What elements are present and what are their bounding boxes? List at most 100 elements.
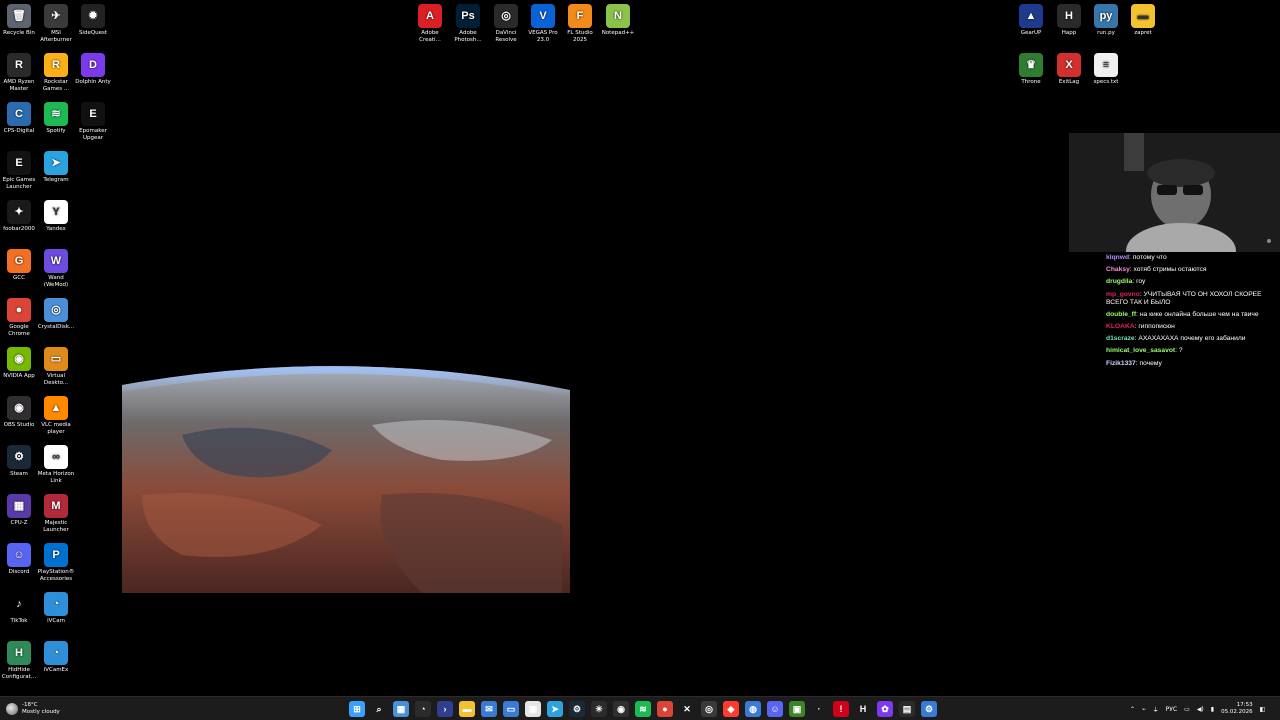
desktop-shortcut[interactable]: ✹ SideQuest — [74, 4, 112, 37]
chat-nick[interactable]: KLOAKA — [1106, 323, 1135, 330]
store-icon[interactable]: ▣ — [525, 701, 541, 717]
network-icon[interactable]: ⌁ — [1142, 706, 1146, 713]
chrome-icon[interactable]: ● — [657, 701, 673, 717]
obs-icon: ◉ — [7, 396, 31, 420]
desktop-shortcut[interactable]: ⚙ Steam — [0, 445, 38, 478]
desktop-shortcut-label: iVCam — [47, 618, 65, 624]
mail-icon[interactable]: ✉ — [481, 701, 497, 717]
steam-icon[interactable]: ⚙ — [569, 701, 585, 717]
desktop-shortcut[interactable]: ♛ Throne — [1012, 53, 1050, 86]
usb-icon[interactable]: ⏚ — [1153, 705, 1159, 714]
desktop-shortcut[interactable]: E Epomaker Upgear — [74, 102, 112, 141]
monitor-icon[interactable]: ▭ — [1184, 706, 1190, 713]
minecraft-icon[interactable]: ▣ — [789, 701, 805, 717]
desktop-shortcut[interactable]: ◎ CrystalDisk... — [37, 298, 75, 331]
desktop-shortcut[interactable]: ▦ CPU-Z — [0, 494, 38, 527]
desktop-shortcut-label: Adobe Photosh... — [454, 30, 482, 43]
desktop-shortcut[interactable]: ✦ foobar2000 — [0, 200, 38, 233]
notification-icon[interactable]: ◧ — [1260, 706, 1266, 713]
chat-nick[interactable]: d1scraze — [1106, 335, 1135, 342]
desktop-shortcut[interactable]: ♪ TikTok — [0, 592, 38, 625]
desktop-shortcut[interactable]: R Rockstar Games ... — [37, 53, 75, 92]
desktop-shortcut[interactable]: H HidHide Configurat... — [0, 641, 38, 680]
ai-app-icon[interactable]: ✿ — [877, 701, 893, 717]
desktop-shortcut[interactable]: C CPS-Digital — [0, 102, 38, 135]
chat-nick[interactable]: klqnwd — [1106, 254, 1129, 261]
start-icon[interactable]: ⊞ — [349, 701, 365, 717]
desktop-shortcut-label: Virtual Deskto... — [43, 373, 69, 386]
desktop-shortcut[interactable]: W Wand (WeMod) — [37, 249, 75, 288]
speaker-icon[interactable]: ◀) — [1197, 706, 1204, 713]
yandex-browser-icon[interactable]: ◆ — [723, 701, 739, 717]
desktop-shortcut[interactable]: Y Yandex — [37, 200, 75, 233]
exitlag-icon: X — [1057, 53, 1081, 77]
desktop-shortcut[interactable]: V VEGAS Pro 23.0 — [524, 4, 562, 43]
desktop-shortcut[interactable]: ✈ MSI Afterburner — [37, 4, 75, 43]
clock-date: 05.02.2026 — [1221, 709, 1253, 715]
desktop-shortcut[interactable]: N Notepad++ — [599, 4, 637, 37]
desktop-shortcut[interactable]: Ps Adobe Photosh... — [449, 4, 487, 43]
desktop-shortcut[interactable]: ▬ zapret — [1124, 4, 1162, 37]
photos-icon[interactable]: ▭ — [503, 701, 519, 717]
terminal-icon[interactable]: › — [437, 701, 453, 717]
desktop-shortcut[interactable]: ∞ Meta Horizon Link — [37, 445, 75, 484]
chatgpt-icon[interactable]: ✳ — [591, 701, 607, 717]
desktop-shortcut[interactable]: A Adobe Creati... — [411, 4, 449, 43]
desktop-shortcut[interactable]: 🗑 Recycle Bin — [0, 4, 38, 37]
clock[interactable]: 17:53 05.02.2026 — [1221, 702, 1253, 716]
desktop-shortcut[interactable]: ➤ Telegram — [37, 151, 75, 184]
desktop-shortcut[interactable]: G GCC — [0, 249, 38, 282]
chat-text: хотяб стримы остаются — [1133, 266, 1207, 274]
desktop-shortcut[interactable]: F FL Studio 2025 — [561, 4, 599, 43]
obs-icon[interactable]: ◉ — [613, 701, 629, 717]
telegram-icon[interactable]: ➤ — [547, 701, 563, 717]
weather-widget[interactable]: -18°C Mostly cloudy — [6, 700, 60, 718]
display-app-icon[interactable]: ▤ — [899, 701, 915, 717]
battery-icon[interactable]: ▮ — [1211, 706, 1214, 713]
desktop-shortcut[interactable]: ◔ iVCamEx — [37, 641, 75, 674]
vpn-icon[interactable]: ◍ — [745, 701, 761, 717]
spotify-icon[interactable]: ≋ — [635, 701, 651, 717]
desktop-shortcut[interactable]: E Epic Games Launcher — [0, 151, 38, 190]
copilot-icon[interactable]: ◔ — [415, 701, 431, 717]
davinci-icon[interactable]: ◎ — [701, 701, 717, 717]
desktop-shortcut[interactable]: ☺ Discord — [0, 543, 38, 576]
cloud-icon — [6, 703, 18, 715]
discord-icon[interactable]: ☺ — [767, 701, 783, 717]
desktop-shortcut[interactable]: ▲ VLC media player — [37, 396, 75, 435]
desktop-shortcut[interactable]: ≡ specs.txt — [1087, 53, 1125, 86]
language-indicator[interactable]: РУС — [1166, 706, 1177, 713]
desktop-shortcut[interactable]: py run.py — [1087, 4, 1125, 37]
chat-nick[interactable]: mp_govno — [1106, 291, 1140, 298]
desktop-shortcut[interactable]: X ExitLag — [1050, 53, 1088, 86]
chat-nick[interactable]: Chaksy — [1106, 266, 1130, 273]
desktop-shortcut[interactable]: ▭ Virtual Deskto... — [37, 347, 75, 386]
capcut-icon[interactable]: ✕ — [679, 701, 695, 717]
widgets-icon[interactable]: ▦ — [393, 701, 409, 717]
desktop-shortcut[interactable]: ● Google Chrome — [0, 298, 38, 337]
desktop-shortcut[interactable]: ▲ GearUP — [1012, 4, 1050, 37]
file-explorer-icon[interactable]: ▬ — [459, 701, 475, 717]
settings-app-icon[interactable]: ⚙ — [921, 701, 937, 717]
search-icon[interactable]: ⌕ — [371, 701, 387, 717]
chat-nick[interactable]: double_ff — [1106, 311, 1136, 318]
desktop-shortcut[interactable]: ≋ Spotify — [37, 102, 75, 135]
desktop-shortcut-label: Happ — [1061, 30, 1077, 36]
chat-nick[interactable]: himicat_love_sasavot — [1106, 347, 1175, 354]
desktop-shortcut[interactable]: H Happ — [1050, 4, 1088, 37]
desktop-shortcut[interactable]: D Dolphin Anty — [74, 53, 112, 86]
desktop-shortcut[interactable]: ◉ OBS Studio — [0, 396, 38, 429]
desktop-shortcut[interactable]: ◔ iVCam — [37, 592, 75, 625]
chevron-up-icon[interactable]: ⌃ — [1130, 706, 1135, 713]
desktop-shortcut[interactable]: M Majestic Launcher — [37, 494, 75, 533]
desktop-shortcut[interactable]: ◉ NVIDIA App — [0, 347, 38, 380]
desktop-shortcut[interactable]: R AMD Ryzen Master — [0, 53, 38, 92]
alert-icon[interactable]: ! — [833, 701, 849, 717]
desktop-shortcut[interactable]: P PlayStation® Accessories — [37, 543, 75, 582]
desktop-shortcut-label: Wand (WeMod) — [43, 275, 69, 288]
chat-nick[interactable]: drugdila — [1106, 278, 1132, 285]
app-icon[interactable]: · — [811, 701, 827, 717]
chat-nick[interactable]: Fizik1337 — [1106, 360, 1136, 367]
desktop-shortcut[interactable]: ◎ DaVinci Resolve — [487, 4, 525, 43]
happ-icon[interactable]: H — [855, 701, 871, 717]
